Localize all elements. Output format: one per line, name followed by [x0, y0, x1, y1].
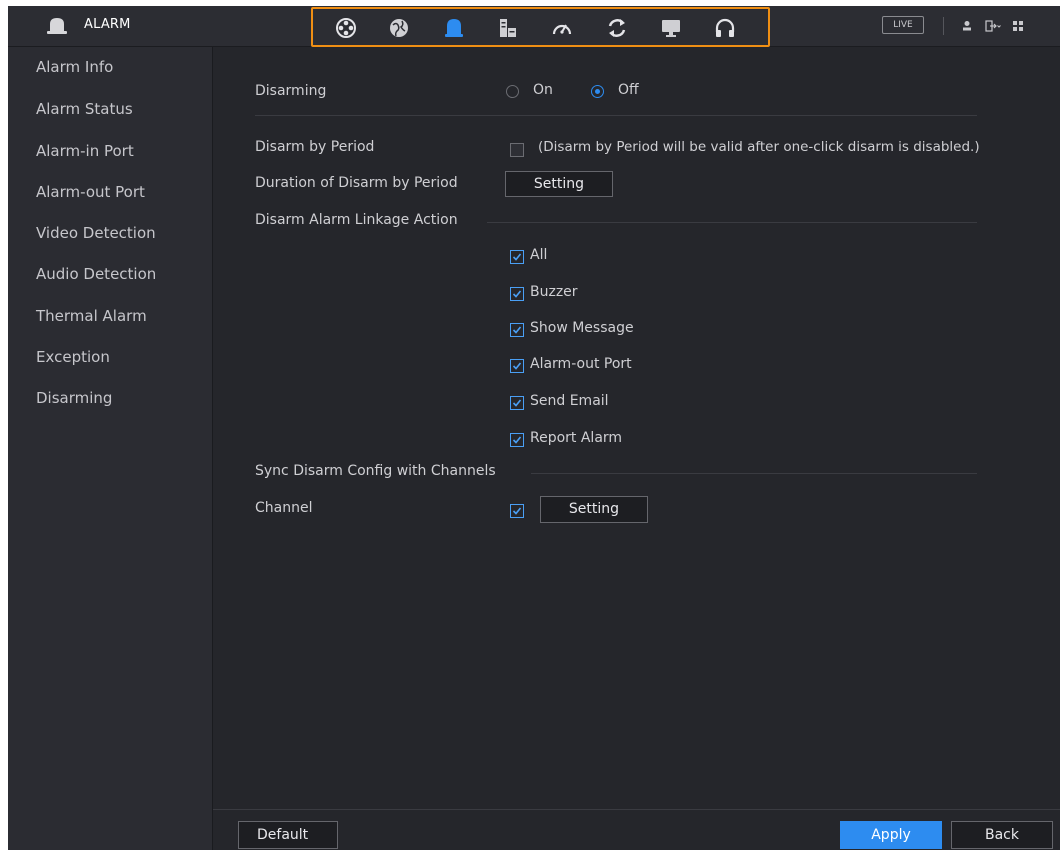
channel-setting-button[interactable]: Setting — [540, 496, 648, 523]
duration-setting-button[interactable]: Setting — [505, 171, 613, 197]
settings-panel: Disarming On Off Disarm by Period (Disar… — [213, 47, 1060, 850]
duration-label: Duration of Disarm by Period — [255, 175, 458, 191]
section-divider — [531, 473, 977, 474]
footer-bar: Default Apply Back — [213, 809, 1060, 850]
linkage-all-label: All — [530, 247, 548, 263]
linkage-show-message-label: Show Message — [530, 320, 634, 336]
channel-checkbox[interactable] — [510, 504, 524, 518]
sync-label: Sync Disarm Config with Channels — [255, 463, 496, 479]
disarming-off-label: Off — [618, 82, 639, 98]
audio-icon[interactable] — [712, 16, 738, 40]
grid-menu-icon[interactable] — [1012, 17, 1024, 35]
live-button[interactable]: LIVE — [882, 16, 924, 34]
sidebar-item-alarm-out-port[interactable]: Alarm-out Port — [36, 183, 145, 201]
linkage-label: Disarm Alarm Linkage Action — [255, 212, 458, 228]
disarming-label: Disarming — [255, 83, 327, 99]
back-button[interactable]: Back — [951, 821, 1053, 849]
camera-icon[interactable] — [333, 16, 359, 40]
sidebar-item-audio-detection[interactable]: Audio Detection — [36, 265, 156, 283]
top-divider — [943, 17, 944, 35]
network-icon[interactable] — [386, 16, 412, 40]
disarming-on-radio[interactable] — [506, 85, 519, 98]
display-icon[interactable] — [658, 16, 684, 40]
disarm-by-period-checkbox[interactable] — [510, 143, 524, 157]
alarm-logo-icon — [47, 18, 67, 34]
linkage-report-alarm-label: Report Alarm — [530, 430, 623, 446]
section-divider — [487, 222, 977, 223]
channel-label: Channel — [255, 500, 313, 516]
linkage-buzzer-label: Buzzer — [530, 284, 578, 300]
linkage-buzzer-checkbox[interactable] — [510, 287, 524, 301]
disarming-off-radio[interactable] — [591, 85, 604, 98]
top-bar: ALARM LIVE — [8, 6, 1060, 47]
linkage-send-email-checkbox[interactable] — [510, 396, 524, 410]
disarming-on-label: On — [533, 82, 553, 98]
sidebar: Alarm Info Alarm Status Alarm-in Port Al… — [8, 47, 213, 850]
linkage-alarm-out-port-label: Alarm-out Port — [530, 356, 632, 372]
logout-icon[interactable] — [985, 17, 1001, 35]
sidebar-item-disarming[interactable]: Disarming — [36, 389, 112, 407]
backup-icon[interactable] — [604, 16, 630, 40]
user-icon[interactable] — [962, 17, 972, 35]
linkage-alarm-out-port-checkbox[interactable] — [510, 359, 524, 373]
sidebar-item-alarm-info[interactable]: Alarm Info — [36, 58, 113, 76]
app-title: ALARM — [84, 17, 131, 32]
app-window: ALARM LIVE Alarm Info Alarm Status Alarm… — [8, 6, 1060, 850]
section-divider — [255, 115, 977, 116]
main-nav — [311, 7, 770, 47]
linkage-report-alarm-checkbox[interactable] — [510, 433, 524, 447]
performance-icon[interactable] — [549, 16, 575, 40]
linkage-all-checkbox[interactable] — [510, 250, 524, 264]
linkage-send-email-label: Send Email — [530, 393, 609, 409]
default-button[interactable]: Default — [238, 821, 338, 849]
sidebar-item-alarm-in-port[interactable]: Alarm-in Port — [36, 142, 134, 160]
apply-button[interactable]: Apply — [840, 821, 942, 849]
sidebar-item-alarm-status[interactable]: Alarm Status — [36, 100, 133, 118]
sidebar-item-thermal-alarm[interactable]: Thermal Alarm — [36, 307, 147, 325]
sidebar-item-exception[interactable]: Exception — [36, 348, 110, 366]
disarm-by-period-note: (Disarm by Period will be valid after on… — [538, 139, 980, 155]
disarm-by-period-label: Disarm by Period — [255, 139, 375, 155]
alarm-icon[interactable] — [441, 16, 467, 40]
storage-icon[interactable] — [495, 16, 521, 40]
sidebar-item-video-detection[interactable]: Video Detection — [36, 224, 156, 242]
linkage-show-message-checkbox[interactable] — [510, 323, 524, 337]
